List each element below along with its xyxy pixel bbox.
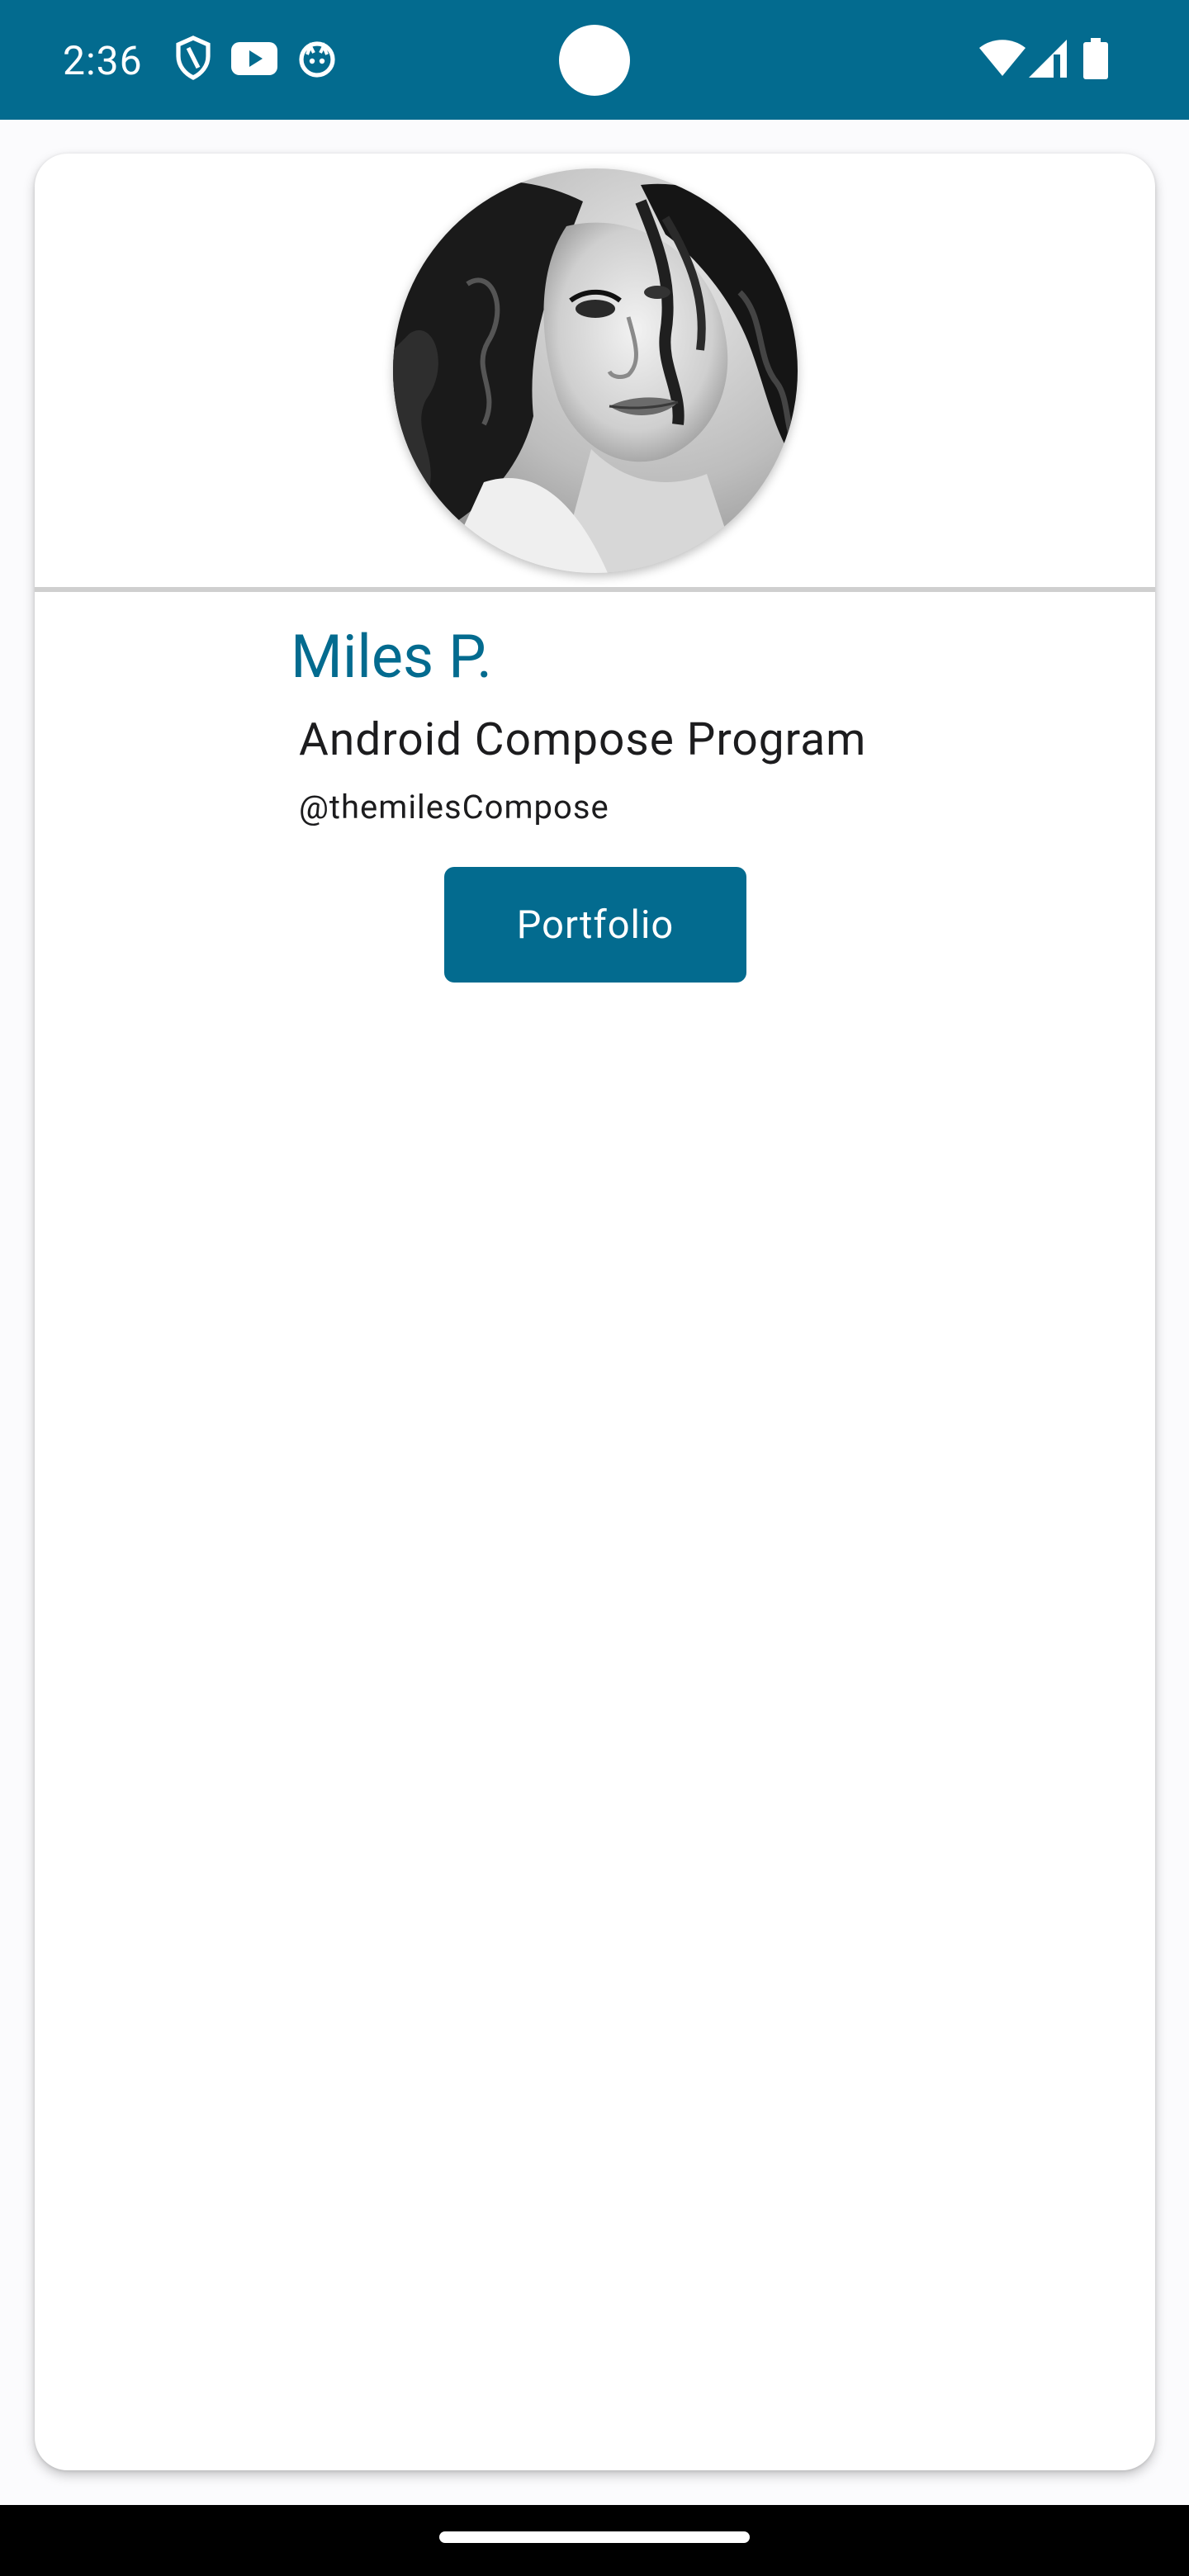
navigation-bar <box>0 2505 1189 2576</box>
home-indicator[interactable] <box>439 2531 750 2543</box>
profile-handle: @themilesCompose <box>299 788 609 826</box>
profile-card: Miles P. Android Compose Program @themil… <box>35 154 1155 2470</box>
youtube-icon <box>231 41 277 91</box>
status-time: 2:36 <box>63 37 143 84</box>
profile-name: Miles P. <box>291 622 493 692</box>
app-notification-icon <box>297 40 343 89</box>
battery-icon <box>1083 38 1130 88</box>
wifi-icon <box>979 40 1026 89</box>
profile-subtitle: Android Compose Program <box>299 713 867 766</box>
portfolio-button[interactable]: Portfolio <box>444 867 746 983</box>
shield-icon <box>173 35 220 84</box>
camera-cutout <box>559 25 630 96</box>
status-bar: 2:36 <box>0 0 1189 120</box>
cell-signal-icon <box>1029 40 1075 89</box>
screen: 2:36 Miles P. Android Compose Program @t… <box>0 0 1189 2576</box>
avatar <box>393 168 798 573</box>
header-divider <box>35 587 1155 592</box>
